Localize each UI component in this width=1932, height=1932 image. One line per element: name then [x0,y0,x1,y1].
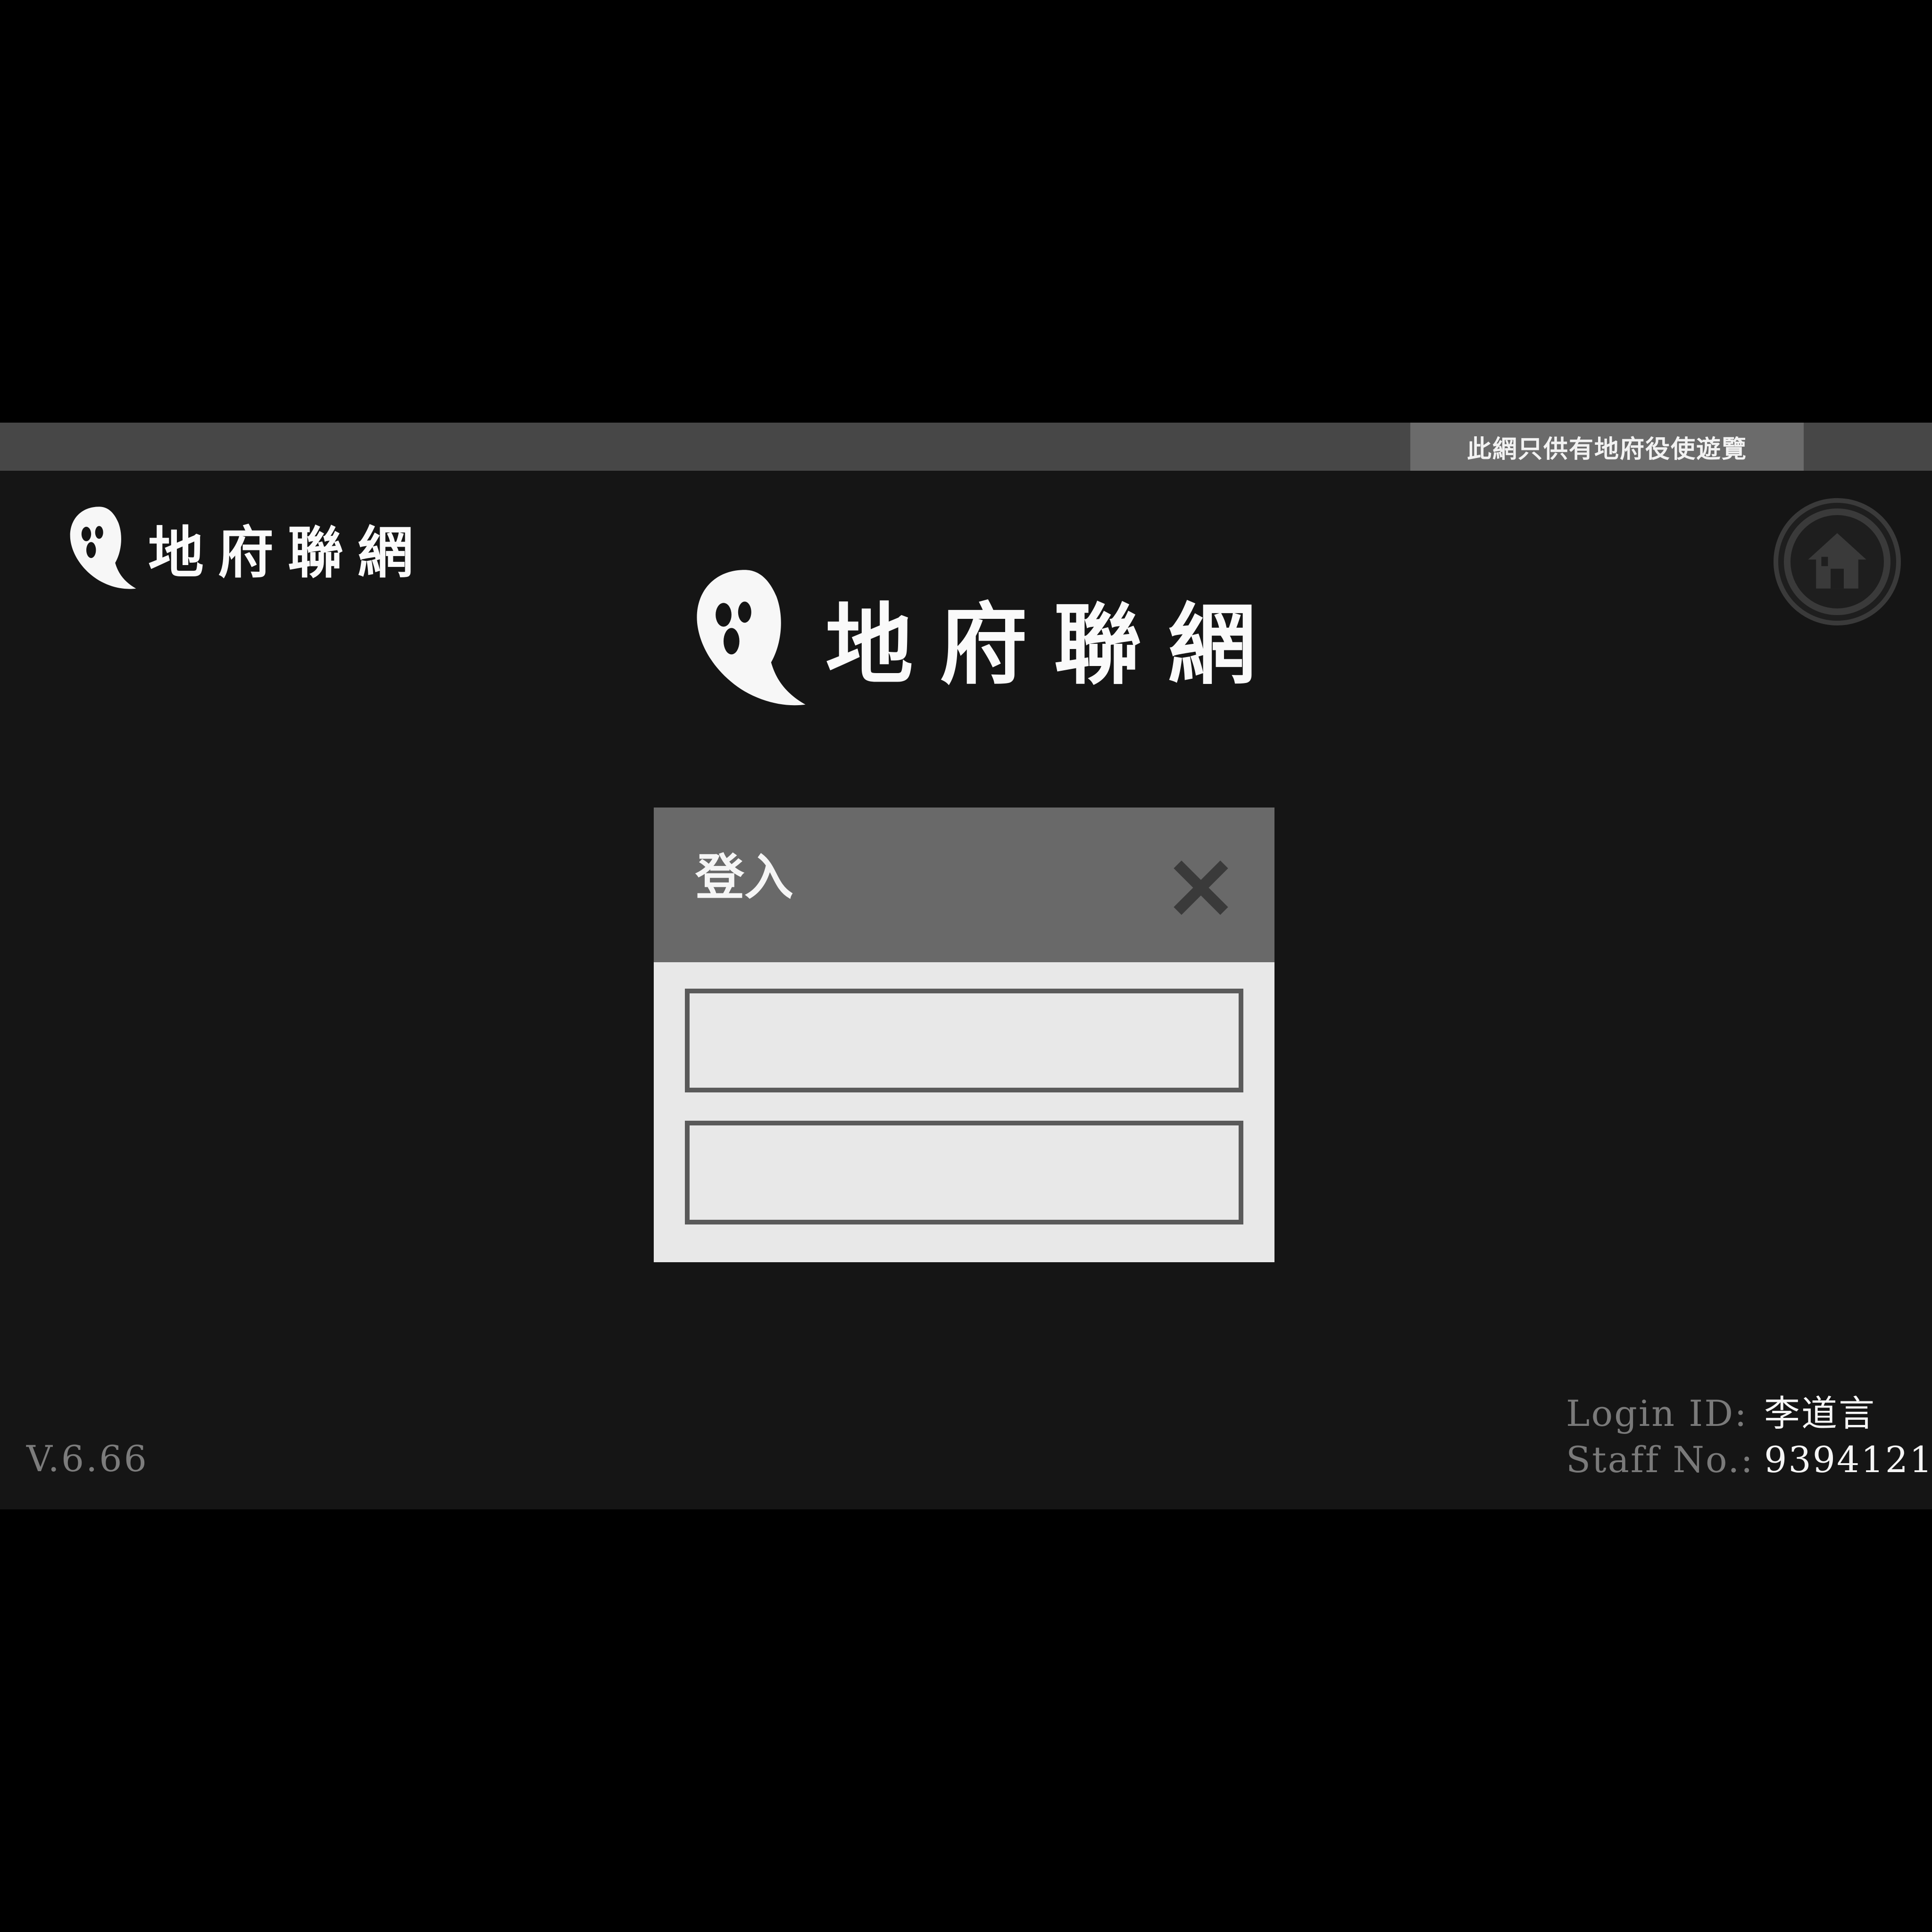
dialog-header: 登入 [654,808,1274,962]
close-icon [1170,857,1232,920]
user-info: Login ID: 李道言 Staff No.: 9394121 [1566,1391,1932,1483]
close-button[interactable] [1163,851,1239,926]
header-logo[interactable]: 地府聯網 [62,503,427,592]
staff-no-label: Staff No.: [1566,1439,1755,1481]
login-dialog: 登入 [654,808,1274,1262]
access-notice: 此網只供有地府役使遊覽 [1410,423,1804,471]
ghost-icon [62,503,142,592]
ghost-icon [684,564,816,710]
login-id-value: 李道言 [1764,1392,1876,1434]
staff-no-row: Staff No.: 9394121 [1566,1437,1932,1483]
home-icon [1804,528,1870,596]
main-logo: 地府聯網 [684,564,1282,710]
dialog-title: 登入 [695,848,794,906]
logo-title: 地府聯網 [825,593,1282,696]
login-id-label: Login ID: [1566,1392,1748,1434]
staff-no-value: 9394121 [1764,1439,1932,1481]
login-id-row: Login ID: 李道言 [1566,1391,1932,1437]
version-label: V.6.66 [26,1438,149,1480]
app-screen: 此網只供有地府役使遊覽 地府聯網 地府聯網 登入 V.6.66 Login ID… [0,423,1932,1509]
logo-title: 地府聯網 [148,519,428,585]
home-button[interactable] [1774,498,1901,625]
top-banner: 此網只供有地府役使遊覽 [0,423,1932,471]
username-field[interactable] [685,989,1243,1092]
home-button-ring [1784,508,1890,615]
password-field[interactable] [685,1121,1243,1224]
